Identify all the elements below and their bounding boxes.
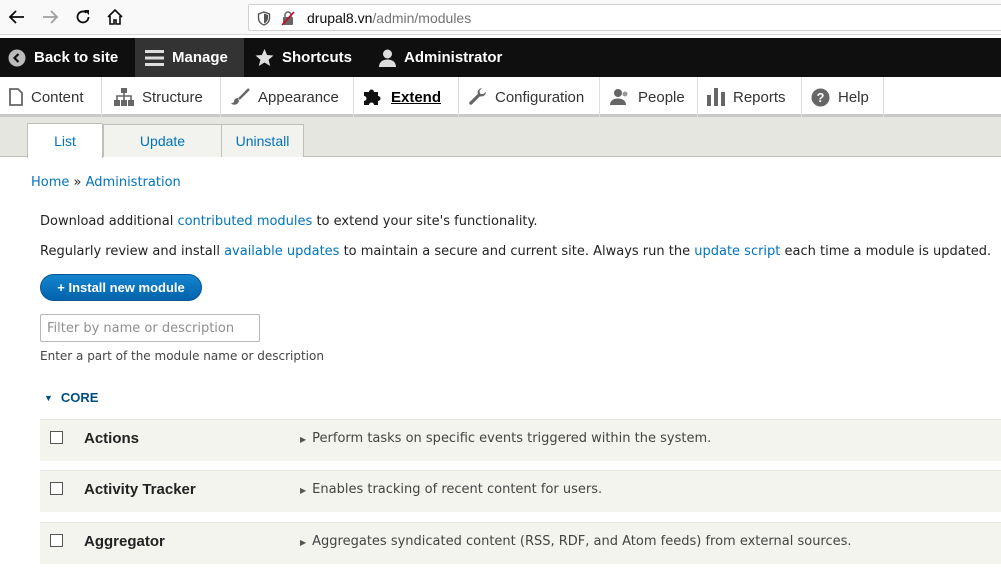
module-checkbox[interactable] bbox=[50, 482, 63, 495]
intro-text: to extend your site's functionality. bbox=[312, 214, 538, 229]
triangle-right-icon: ▶ bbox=[300, 538, 307, 547]
back-to-site-label: Back to site bbox=[34, 49, 119, 66]
menu-item-content[interactable]: Content bbox=[0, 77, 102, 117]
admin-menu-tray: Content Structure Appearance Extend Conf… bbox=[0, 77, 1001, 117]
intro-text: Regularly review and install bbox=[40, 244, 225, 259]
reports-label: Reports bbox=[733, 88, 786, 106]
content-label: Content bbox=[31, 88, 84, 106]
intro-text: to maintain a secure and current site. A… bbox=[339, 244, 695, 259]
menu-item-configuration[interactable]: Configuration bbox=[459, 77, 600, 117]
module-description[interactable]: ▶ Enables tracking of recent content for … bbox=[300, 482, 602, 497]
back-to-site-link[interactable]: Back to site bbox=[8, 38, 118, 77]
help-icon: ? bbox=[811, 88, 830, 107]
module-name: Actions bbox=[84, 430, 140, 447]
browser-toolbar: drupal8.vn/admin/modules bbox=[0, 0, 1001, 35]
people-label: People bbox=[638, 88, 685, 106]
extend-label: Extend bbox=[391, 88, 442, 106]
back-circle-icon bbox=[8, 49, 26, 67]
breadcrumb: Home » Administration bbox=[31, 175, 181, 190]
core-label: CORE bbox=[60, 390, 99, 405]
menu-item-reports[interactable]: Reports bbox=[698, 77, 802, 117]
menu-item-structure[interactable]: Structure bbox=[102, 77, 221, 117]
contributed-modules-link[interactable]: contributed modules bbox=[177, 214, 312, 229]
triangle-down-icon: ▼ bbox=[44, 392, 53, 403]
menu-icon bbox=[145, 49, 164, 66]
module-name: Activity Tracker bbox=[84, 481, 196, 498]
module-filter-input[interactable] bbox=[40, 314, 260, 342]
menu-item-people[interactable]: People bbox=[600, 77, 698, 117]
filter-description: Enter a part of the module name or descr… bbox=[40, 349, 324, 363]
module-checkbox[interactable] bbox=[50, 431, 63, 444]
menu-item-extend[interactable]: Extend bbox=[354, 77, 459, 117]
people-icon bbox=[610, 88, 630, 106]
shield-icon[interactable] bbox=[257, 11, 271, 30]
module-checkbox[interactable] bbox=[50, 534, 63, 547]
breadcrumb-administration[interactable]: Administration bbox=[86, 175, 181, 190]
intro-paragraph-updates: Regularly review and install available u… bbox=[40, 244, 991, 259]
menu-item-appearance[interactable]: Appearance bbox=[221, 77, 354, 117]
module-description-text: Aggregates syndicated content (RSS, RDF,… bbox=[312, 534, 852, 549]
module-description-text: Enables tracking of recent content for u… bbox=[312, 482, 603, 497]
insecure-lock-icon[interactable] bbox=[281, 11, 295, 30]
person-icon bbox=[379, 49, 396, 67]
menu-item-help[interactable]: ? Help bbox=[802, 77, 884, 117]
forward-arrow-icon[interactable] bbox=[36, 3, 64, 31]
breadcrumb-home[interactable]: Home bbox=[31, 175, 69, 190]
intro-paragraph-contrib: Download additional contributed modules … bbox=[40, 214, 538, 229]
module-description[interactable]: ▶ Perform tasks on specific events trigge… bbox=[300, 431, 711, 446]
reload-icon[interactable] bbox=[69, 3, 97, 31]
url-text: drupal8.vn/admin/modules bbox=[307, 10, 471, 26]
triangle-right-icon: ▶ bbox=[300, 435, 307, 444]
help-label: Help bbox=[838, 88, 869, 106]
url-host: drupal8.vn bbox=[307, 10, 373, 26]
intro-text: each time a module is updated. bbox=[780, 244, 992, 259]
core-group-toggle[interactable]: ▼ CORE bbox=[44, 390, 98, 405]
bar-chart-icon bbox=[707, 88, 725, 106]
intro-text: Download additional bbox=[40, 214, 178, 229]
brush-icon bbox=[231, 88, 250, 106]
structure-icon bbox=[114, 88, 134, 106]
module-description[interactable]: ▶ Aggregates syndicated content (RSS, RDF… bbox=[300, 534, 852, 549]
secondary-tabs: List Update Uninstall bbox=[0, 117, 1001, 158]
tab-uninstall[interactable]: Uninstall bbox=[221, 124, 304, 157]
breadcrumb-separator: » bbox=[73, 175, 82, 190]
appearance-label: Appearance bbox=[258, 88, 339, 106]
triangle-right-icon: ▶ bbox=[300, 486, 307, 495]
tab-list[interactable]: List bbox=[27, 123, 103, 158]
puzzle-icon bbox=[363, 88, 383, 106]
shortcuts-tab[interactable]: Shortcuts bbox=[255, 38, 352, 77]
document-icon bbox=[9, 88, 23, 106]
structure-label: Structure bbox=[142, 88, 203, 106]
star-icon bbox=[255, 48, 274, 67]
module-row: Actions ▶ Perform tasks on specific event… bbox=[40, 419, 1001, 461]
module-row: Aggregator ▶ Aggregates syndicated conten… bbox=[40, 522, 1001, 564]
svg-text:?: ? bbox=[817, 90, 825, 105]
shortcuts-label: Shortcuts bbox=[282, 49, 353, 66]
administrator-label: Administrator bbox=[404, 49, 503, 66]
url-path: /admin/modules bbox=[372, 10, 472, 26]
manage-tab[interactable]: Manage bbox=[135, 38, 244, 77]
module-row: Activity Tracker ▶ Enables tracking of re… bbox=[40, 470, 1001, 512]
tab-update[interactable]: Update bbox=[103, 124, 222, 157]
manage-label: Manage bbox=[172, 49, 228, 66]
module-name: Aggregator bbox=[84, 533, 165, 550]
install-new-module-button[interactable]: + Install new module bbox=[40, 274, 202, 301]
update-script-link[interactable]: update script bbox=[694, 244, 780, 259]
wrench-icon bbox=[468, 88, 487, 106]
address-bar[interactable]: drupal8.vn/admin/modules bbox=[248, 4, 1001, 31]
module-description-text: Perform tasks on specific events trigger… bbox=[312, 431, 712, 446]
home-icon[interactable] bbox=[101, 3, 129, 31]
admin-toolbar: Back to site Manage Shortcuts Administra… bbox=[0, 38, 1001, 77]
available-updates-link[interactable]: available updates bbox=[224, 244, 339, 259]
administrator-tab[interactable]: Administrator bbox=[379, 38, 502, 77]
back-arrow-icon[interactable] bbox=[3, 3, 31, 31]
configuration-label: Configuration bbox=[495, 88, 585, 106]
